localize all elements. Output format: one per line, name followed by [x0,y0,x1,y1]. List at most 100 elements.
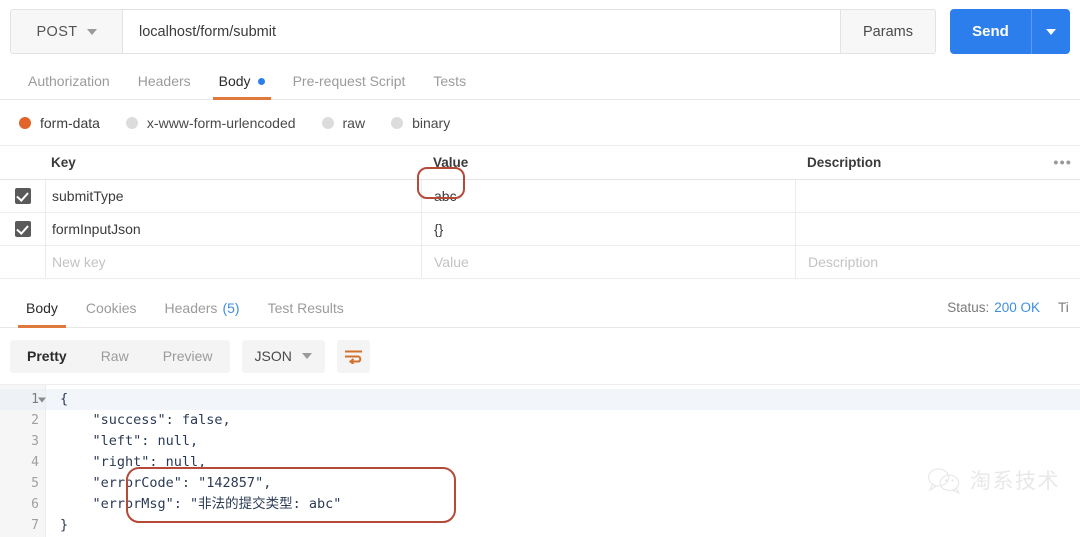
table-header-row: Key Value Description ••• [0,146,1080,180]
code-line: "right": null, [46,452,1080,473]
response-body-editor[interactable]: 1 2 3 4 5 6 7 { "success": false, "left"… [0,384,1080,537]
row-description-cell[interactable] [795,180,1080,212]
http-method-dropdown[interactable]: POST [10,9,123,54]
send-options-button[interactable] [1032,9,1070,54]
response-format-toolbar: Pretty Raw Preview JSON [0,328,1080,384]
row-value-cell[interactable]: abc [421,180,795,212]
row-value-text: abc [434,188,457,204]
tab-label: Headers [138,73,191,89]
url-input[interactable]: localhost/form/submit [123,9,841,54]
row-description-cell[interactable] [795,213,1080,245]
table-new-row: New key Value Description [0,246,1080,279]
row-key-text: submitType [52,188,124,204]
format-preview-button[interactable]: Preview [146,340,230,373]
row-key-cell[interactable]: formInputJson [45,213,421,245]
send-button[interactable]: Send [950,9,1032,54]
fold-arrow-icon[interactable] [38,397,46,402]
new-value-placeholder: Value [434,254,469,270]
body-modified-dot-icon [258,78,265,85]
new-row-description-input[interactable]: Description [795,246,1080,278]
tab-label: Test Results [268,300,344,316]
column-header-value: Value [433,155,468,170]
radio-raw[interactable]: raw [322,115,366,131]
language-dropdown[interactable]: JSON [242,340,325,373]
tab-label: Headers [165,300,218,316]
radio-x-www-form-urlencoded[interactable]: x-www-form-urlencoded [126,115,296,131]
tab-label: Body [26,300,58,316]
params-button[interactable]: Params [841,9,936,54]
tab-label: Pre-request Script [293,73,406,89]
status-badge: Status: 200 OK [947,300,1040,315]
body-type-radio-group: form-data x-www-form-urlencoded raw bina… [0,100,1080,146]
code-line: { [46,389,1080,410]
tab-authorization[interactable]: Authorization [14,62,124,100]
line-number-gutter: 1 2 3 4 5 6 7 [0,385,46,537]
column-header-description: Description [807,155,881,170]
status-value: 200 OK [994,300,1040,315]
response-tab-cookies[interactable]: Cookies [72,288,151,328]
tab-body[interactable]: Body [205,62,279,100]
code-line: "left": null, [46,431,1080,452]
row-checkbox[interactable] [15,221,31,237]
line-number: 1 [0,389,45,410]
status-label: Status: [947,300,989,315]
line-number: 5 [0,473,45,494]
word-wrap-icon [344,349,363,364]
line-number: 3 [0,431,45,452]
line-number: 6 [0,494,45,515]
tab-headers[interactable]: Headers [124,62,205,100]
format-raw-button[interactable]: Raw [84,340,146,373]
radio-label: x-www-form-urlencoded [147,115,296,131]
code-line: "errorMsg": "非法的提交类型: abc" [46,494,1080,515]
new-row-key-input[interactable]: New key [45,246,421,278]
row-value-text: {} [434,221,443,237]
row-value-cell[interactable]: {} [421,213,795,245]
radio-label: raw [343,115,366,131]
row-checkbox-cell [0,221,45,237]
time-label: Ti [1058,300,1074,315]
tab-tests[interactable]: Tests [419,62,480,100]
line-number: 4 [0,452,45,473]
tab-label: Body [219,73,251,89]
new-description-placeholder: Description [808,254,878,270]
line-number: 7 [0,515,45,536]
row-key-text: formInputJson [52,221,141,237]
tab-label: Authorization [28,73,110,89]
headers-count-badge: (5) [222,300,239,316]
radio-binary[interactable]: binary [391,115,450,131]
table-row: submitType abc [0,180,1080,213]
request-bar: POST localhost/form/submit Params Send [10,9,1070,54]
new-row-value-input[interactable]: Value [421,246,795,278]
format-pretty-button[interactable]: Pretty [10,340,84,373]
url-value: localhost/form/submit [139,24,276,40]
header-value-cell: Value [421,146,795,179]
row-checkbox[interactable] [15,188,31,204]
code-line: "success": false, [46,410,1080,431]
row-checkbox-cell [0,188,45,204]
response-meta: Status: 200 OK Ti [947,300,1080,315]
response-tab-test-results[interactable]: Test Results [254,288,358,328]
language-label: JSON [255,348,292,364]
tab-pre-request-script[interactable]: Pre-request Script [279,62,420,100]
radio-unselected-icon [126,117,138,129]
chevron-down-icon [302,353,312,359]
tab-label: Cookies [86,300,137,316]
new-key-placeholder: New key [52,254,106,270]
bulk-edit-more-icon[interactable]: ••• [1053,154,1072,171]
postman-window: POST localhost/form/submit Params Send A… [0,0,1080,537]
send-group: Send [950,9,1070,54]
row-key-cell[interactable]: submitType [45,180,421,212]
code-line: "errorCode": "142857", [46,473,1080,494]
column-header-key: Key [51,155,76,170]
radio-label: binary [412,115,450,131]
response-tab-body[interactable]: Body [12,288,72,328]
radio-form-data[interactable]: form-data [19,115,100,131]
tab-label: Tests [433,73,466,89]
word-wrap-button[interactable] [337,340,370,373]
response-tab-headers[interactable]: Headers (5) [151,288,254,328]
header-description-cell: Description [795,146,1080,179]
response-tabs: Body Cookies Headers (5) Test Results St… [0,288,1080,328]
code-line: } [46,515,1080,536]
line-number: 2 [0,410,45,431]
header-key-cell: Key [45,146,421,179]
